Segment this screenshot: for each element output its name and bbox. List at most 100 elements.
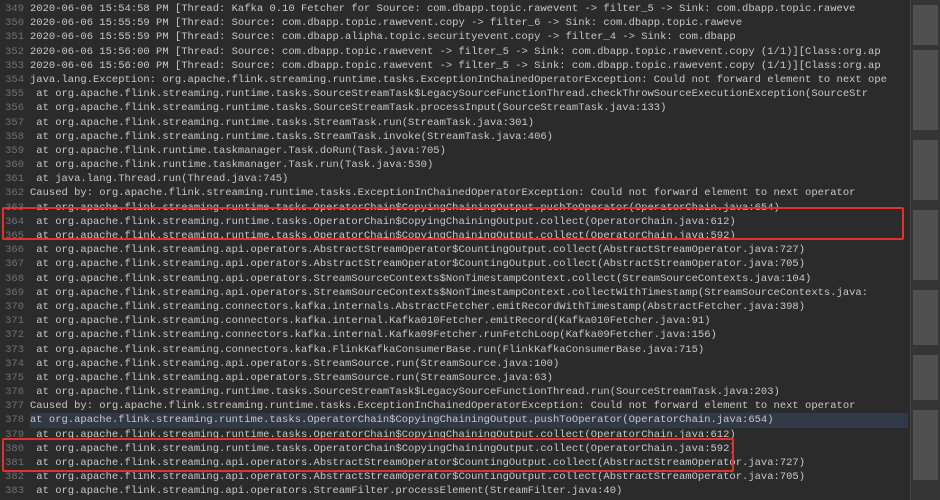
log-line[interactable]: 355 at org.apache.flink.streaming.runtim… <box>0 87 908 101</box>
log-text: at org.apache.flink.streaming.runtime.ta… <box>30 131 553 143</box>
log-text: at org.apache.flink.streaming.runtime.ta… <box>30 202 780 214</box>
line-number: 378 <box>0 413 30 427</box>
log-text: java.lang.Exception: org.apache.flink.st… <box>30 74 887 86</box>
log-line[interactable]: 372 at org.apache.flink.streaming.connec… <box>0 328 908 342</box>
line-number: 352 <box>0 45 30 59</box>
log-line[interactable]: 373 at org.apache.flink.streaming.connec… <box>0 343 908 357</box>
log-line[interactable]: 377Caused by: org.apache.flink.streaming… <box>0 399 908 413</box>
line-number: 349 <box>0 2 30 16</box>
log-text: Caused by: org.apache.flink.streaming.ru… <box>30 187 855 199</box>
log-line[interactable]: 357 at org.apache.flink.streaming.runtim… <box>0 116 908 130</box>
log-text: at org.apache.flink.streaming.api.operat… <box>30 471 805 483</box>
log-line[interactable]: 379 at org.apache.flink.streaming.runtim… <box>0 428 908 442</box>
line-number: 366 <box>0 243 30 257</box>
line-number: 370 <box>0 300 30 314</box>
log-line[interactable]: 359 at org.apache.flink.runtime.taskmana… <box>0 144 908 158</box>
log-line[interactable]: 371 at org.apache.flink.streaming.connec… <box>0 314 908 328</box>
line-number: 358 <box>0 130 30 144</box>
line-number: 369 <box>0 286 30 300</box>
line-number: 354 <box>0 73 30 87</box>
line-number: 383 <box>0 484 30 498</box>
log-line[interactable]: 376 at org.apache.flink.streaming.runtim… <box>0 385 908 399</box>
log-line[interactable]: 361 at java.lang.Thread.run(Thread.java:… <box>0 172 908 186</box>
line-number: 367 <box>0 257 30 271</box>
log-line[interactable]: 3532020-06-06 15:56:00 PM [Thread: Sourc… <box>0 59 908 73</box>
log-text: at org.apache.flink.streaming.connectors… <box>30 315 711 327</box>
log-line[interactable]: 354java.lang.Exception: org.apache.flink… <box>0 73 908 87</box>
line-number: 382 <box>0 470 30 484</box>
log-line[interactable]: 358 at org.apache.flink.streaming.runtim… <box>0 130 908 144</box>
line-number: 368 <box>0 272 30 286</box>
log-text: at org.apache.flink.streaming.runtime.ta… <box>30 230 736 242</box>
log-line[interactable]: 383 at org.apache.flink.streaming.api.op… <box>0 484 908 498</box>
minimap-scrollbar[interactable] <box>910 0 940 500</box>
line-number: 362 <box>0 186 30 200</box>
log-line[interactable]: 365 at org.apache.flink.streaming.runtim… <box>0 229 908 243</box>
log-line[interactable]: 363 at org.apache.flink.streaming.runtim… <box>0 201 908 215</box>
log-line[interactable]: 3512020-06-06 15:55:59 PM [Thread: Sourc… <box>0 30 908 44</box>
log-line[interactable]: 381 at org.apache.flink.streaming.api.op… <box>0 456 908 470</box>
line-number: 360 <box>0 158 30 172</box>
line-number: 377 <box>0 399 30 413</box>
log-text: at org.apache.flink.streaming.connectors… <box>30 344 704 356</box>
line-number: 355 <box>0 87 30 101</box>
log-line[interactable]: 382 at org.apache.flink.streaming.api.op… <box>0 470 908 484</box>
minimap-block <box>913 355 938 400</box>
line-number: 365 <box>0 229 30 243</box>
line-number: 372 <box>0 328 30 342</box>
line-number: 381 <box>0 456 30 470</box>
log-line[interactable]: 3502020-06-06 15:55:59 PM [Thread: Sourc… <box>0 16 908 30</box>
line-number: 375 <box>0 371 30 385</box>
log-line[interactable]: 378 at org.apache.flink.streaming.runtim… <box>0 413 908 427</box>
line-number: 371 <box>0 314 30 328</box>
log-text: at org.apache.flink.streaming.api.operat… <box>30 485 622 497</box>
minimap-block <box>913 5 938 45</box>
minimap-block <box>913 210 938 280</box>
log-line[interactable]: 380 at org.apache.flink.streaming.runtim… <box>0 442 908 456</box>
log-line[interactable]: 356 at org.apache.flink.streaming.runtim… <box>0 101 908 115</box>
log-line[interactable]: 367 at org.apache.flink.streaming.api.op… <box>0 257 908 271</box>
log-line[interactable]: 366 at org.apache.flink.streaming.api.op… <box>0 243 908 257</box>
log-text: at org.apache.flink.streaming.api.operat… <box>30 457 805 469</box>
log-viewer[interactable]: 3492020-06-06 15:54:58 PM [Thread: Kafka… <box>0 0 908 500</box>
log-text: 2020-06-06 15:56:00 PM [Thread: Source: … <box>30 46 881 58</box>
log-text: at org.apache.flink.runtime.taskmanager.… <box>30 145 446 157</box>
minimap-block <box>913 140 938 200</box>
log-text: at org.apache.flink.streaming.connectors… <box>30 329 717 341</box>
log-text: at org.apache.flink.runtime.taskmanager.… <box>30 159 433 171</box>
log-text: at org.apache.flink.streaming.api.operat… <box>30 258 805 270</box>
log-text: 2020-06-06 15:56:00 PM [Thread: Source: … <box>30 60 881 72</box>
log-text: 2020-06-06 15:55:59 PM [Thread: Source: … <box>30 17 742 29</box>
line-number: 359 <box>0 144 30 158</box>
log-line[interactable]: 374 at org.apache.flink.streaming.api.op… <box>0 357 908 371</box>
log-text: 2020-06-06 15:54:58 PM [Thread: Kafka 0.… <box>30 3 855 15</box>
minimap-block <box>913 50 938 130</box>
log-line[interactable]: 368 at org.apache.flink.streaming.api.op… <box>0 272 908 286</box>
log-line[interactable]: 3492020-06-06 15:54:58 PM [Thread: Kafka… <box>0 2 908 16</box>
log-text: Caused by: org.apache.flink.streaming.ru… <box>30 400 855 412</box>
line-number: 363 <box>0 201 30 215</box>
log-text: at org.apache.flink.streaming.api.operat… <box>30 358 559 370</box>
log-line[interactable]: 362Caused by: org.apache.flink.streaming… <box>0 186 908 200</box>
log-text: at org.apache.flink.streaming.runtime.ta… <box>30 216 736 228</box>
log-line[interactable]: 370 at org.apache.flink.streaming.connec… <box>0 300 908 314</box>
log-line[interactable]: 364 at org.apache.flink.streaming.runtim… <box>0 215 908 229</box>
line-number: 361 <box>0 172 30 186</box>
minimap-block <box>913 410 938 480</box>
log-text: at org.apache.flink.streaming.runtime.ta… <box>30 117 534 129</box>
line-number: 380 <box>0 442 30 456</box>
line-number: 350 <box>0 16 30 30</box>
log-text: at org.apache.flink.streaming.runtime.ta… <box>30 443 736 455</box>
log-line[interactable]: 375 at org.apache.flink.streaming.api.op… <box>0 371 908 385</box>
log-line[interactable]: 3522020-06-06 15:56:00 PM [Thread: Sourc… <box>0 45 908 59</box>
line-number: 379 <box>0 428 30 442</box>
log-line[interactable]: 369 at org.apache.flink.streaming.api.op… <box>0 286 908 300</box>
log-text: at org.apache.flink.streaming.runtime.ta… <box>30 386 780 398</box>
log-text: at org.apache.flink.streaming.api.operat… <box>30 372 553 384</box>
minimap-block <box>913 290 938 345</box>
line-number: 373 <box>0 343 30 357</box>
line-number: 353 <box>0 59 30 73</box>
line-number: 374 <box>0 357 30 371</box>
log-line[interactable]: 360 at org.apache.flink.runtime.taskmana… <box>0 158 908 172</box>
log-text: at org.apache.flink.streaming.runtime.ta… <box>30 102 666 114</box>
